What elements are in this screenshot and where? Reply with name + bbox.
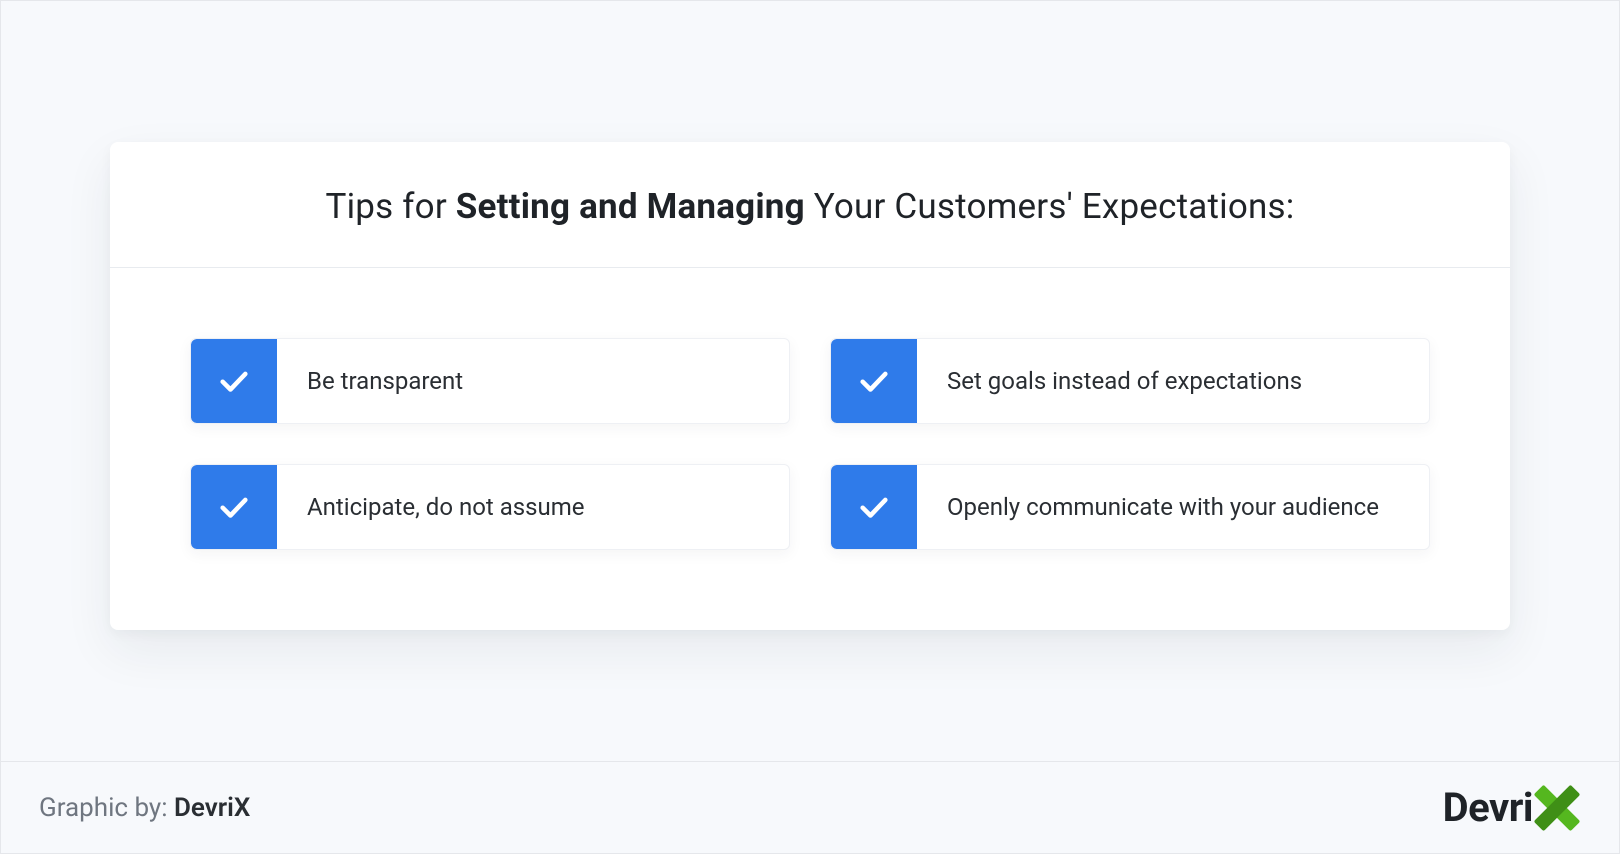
check-icon [831, 465, 917, 549]
tip-label: Anticipate, do not assume [277, 465, 789, 549]
main-area: Tips for Setting and Managing Your Custo… [1, 1, 1619, 761]
logo-text: Devri [1443, 784, 1533, 831]
card-title: Tips for Setting and Managing Your Custo… [170, 186, 1450, 227]
content-card: Tips for Setting and Managing Your Custo… [110, 142, 1510, 630]
tip-item: Be transparent [190, 338, 790, 424]
tip-item: Openly communicate with your audience [830, 464, 1430, 550]
tip-item: Set goals instead of expectations [830, 338, 1430, 424]
credit-text: Graphic by: DevriX [39, 793, 250, 823]
card-header: Tips for Setting and Managing Your Custo… [110, 142, 1510, 268]
check-icon [191, 465, 277, 549]
title-bold: Setting and Managing [456, 186, 805, 227]
footer: Graphic by: DevriX Devri [1, 761, 1619, 853]
check-icon [191, 339, 277, 423]
tip-label: Set goals instead of expectations [917, 339, 1429, 423]
title-prefix: Tips for [326, 186, 456, 227]
logo-x-icon [1533, 784, 1581, 832]
devrix-logo: Devri [1443, 784, 1581, 832]
tip-label: Openly communicate with your audience [917, 465, 1429, 549]
check-icon [831, 339, 917, 423]
tips-grid: Be transparent Set goals instead of expe… [110, 268, 1510, 630]
infographic-canvas: Tips for Setting and Managing Your Custo… [0, 0, 1620, 854]
tip-label: Be transparent [277, 339, 789, 423]
credit-label: Graphic by: [39, 793, 174, 823]
tip-item: Anticipate, do not assume [190, 464, 790, 550]
credit-brand: DevriX [174, 793, 250, 823]
title-suffix: Your Customers' Expectations: [805, 186, 1295, 227]
